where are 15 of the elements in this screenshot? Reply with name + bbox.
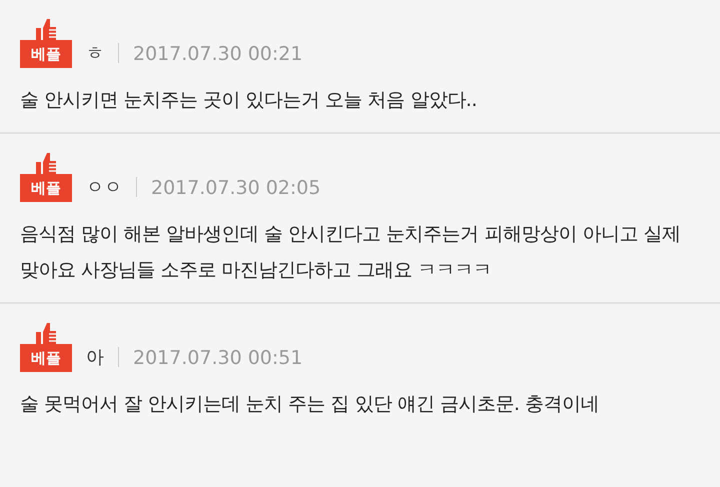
comment-date: 2017.07.30 00:51 bbox=[133, 347, 303, 371]
comment-text: 술 안시키면 눈치주는 곳이 있다는거 오늘 처음 알았다.. bbox=[20, 88, 478, 113]
thumbs-up-icon bbox=[34, 152, 58, 174]
comment-date: 2017.07.30 02:05 bbox=[151, 177, 321, 201]
comment-text: 음식점 많이 해본 알바생인데 술 안시킨다고 눈치주는거 피해망상이 아니고 실제 맞아요 사장님들 소주로 마진남긴다하고 그래요 ㅋㅋㅋㅋ bbox=[20, 222, 682, 283]
best-comment-badge: 베플 bbox=[20, 174, 72, 202]
author-name: 아 bbox=[86, 346, 104, 370]
author-name: ㅎ bbox=[86, 42, 104, 66]
thumbs-up-icon bbox=[34, 322, 58, 344]
best-comment-badge: 베플 bbox=[20, 40, 72, 68]
author-name: ㅇㅇ bbox=[86, 176, 122, 200]
best-comment-badge: 베플 bbox=[20, 344, 72, 372]
comment-text: 술 못먹어서 잘 안시키는데 눈치 주는 집 있단 얘긴 금시초문. 충격이네 bbox=[20, 392, 600, 417]
comment-date: 2017.07.30 00:21 bbox=[133, 43, 303, 67]
thumbs-up-icon bbox=[34, 18, 58, 40]
